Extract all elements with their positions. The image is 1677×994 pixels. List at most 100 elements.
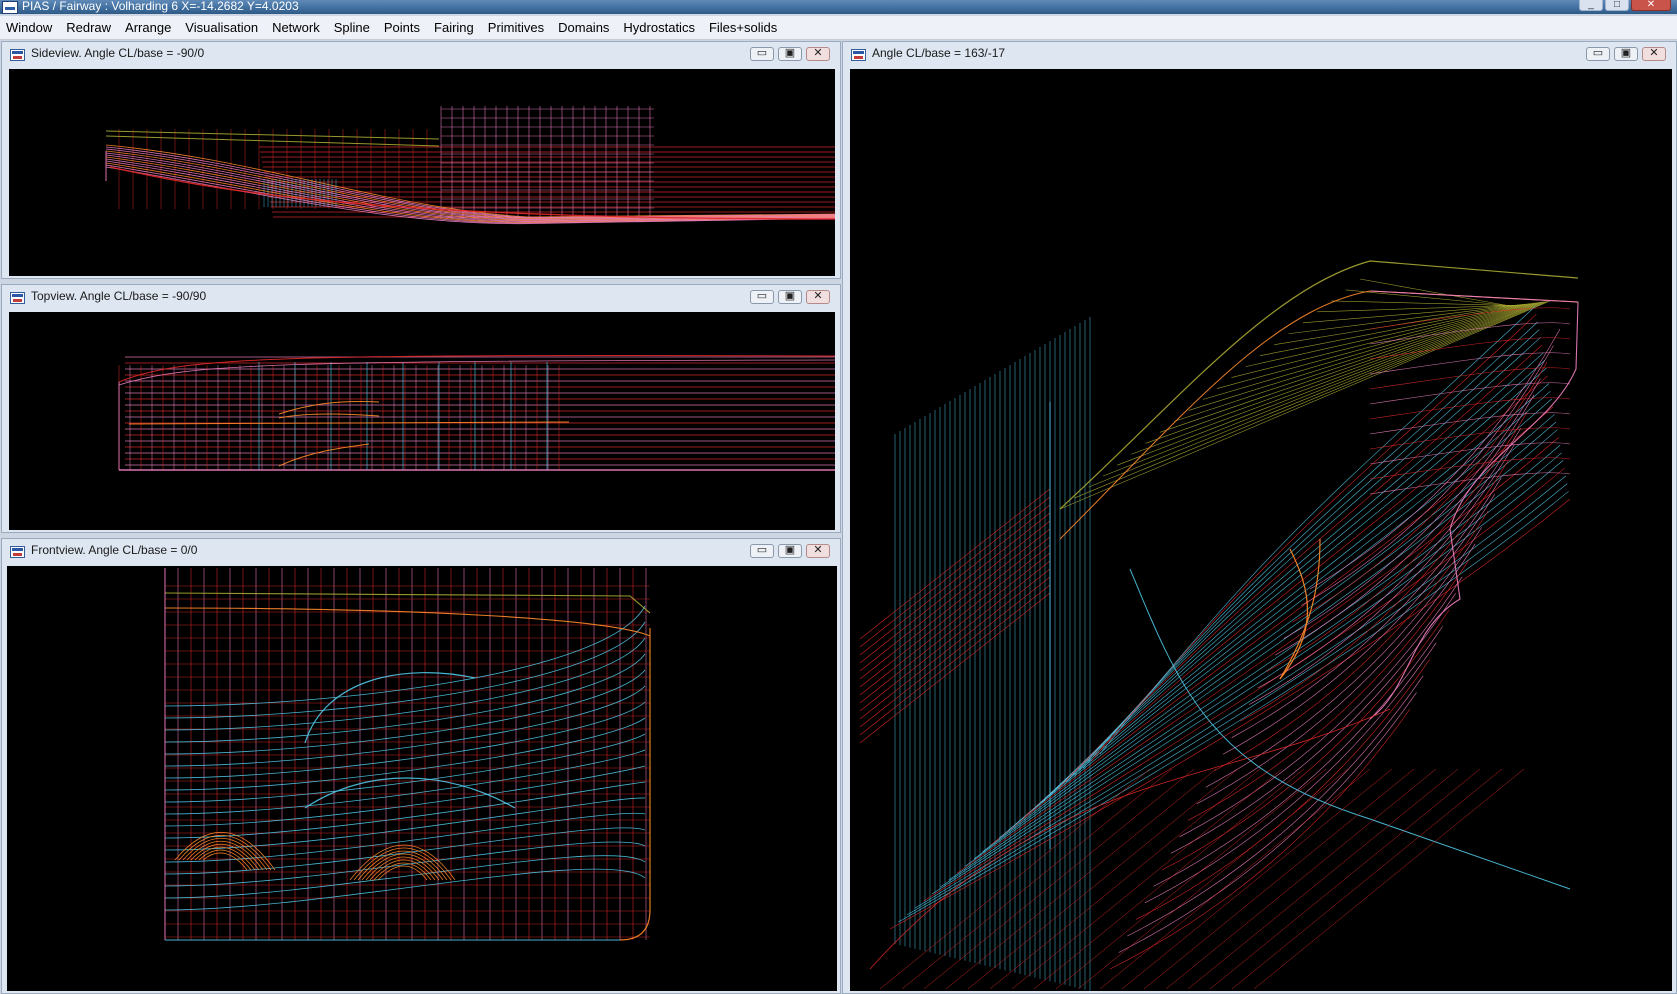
perspective-title: Angle CL/base = 163/-17 [872,46,1006,60]
wireframe-curve [373,862,432,881]
close-button[interactable]: ✕ [806,47,830,61]
wireframe-line [1131,301,1541,455]
wireframe-curve [164,855,646,899]
wireframe-curve [164,812,646,863]
wireframe-curve [1214,510,1489,772]
sideview-canvas[interactable] [9,69,835,276]
pias-icon [10,292,25,304]
window-controls: _ □ ✕ [1577,0,1671,11]
close-button[interactable]: ✕ [806,544,830,558]
menu-spline[interactable]: Spline [327,16,377,39]
wireframe-curve [948,444,1561,881]
title-bar: PIAS / Fairway : Volharding 6 X=-14.2682… [0,0,1677,14]
sideview-window[interactable]: Sideview. Angle CL/base = -90/0 ▭ ▣ ✕ [1,41,841,279]
perspective-titlebar[interactable]: Angle CL/base = 163/-17 ▭ ▣ ✕ [843,42,1676,66]
menu-domains[interactable]: Domains [551,16,616,39]
menu-fairing[interactable]: Fairing [427,16,481,39]
minimize-button[interactable]: ▭ [1586,47,1610,61]
wireframe-curve [178,835,272,871]
wireframe-curve [1257,427,1522,689]
pias-icon [851,49,866,61]
perspective-window[interactable]: Angle CL/base = 163/-17 ▭ ▣ ✕ [842,41,1677,994]
menu-bar: Window Redraw Arrange Visualisation Netw… [0,16,1677,40]
close-button[interactable]: ✕ [806,290,830,304]
wireframe-curve [1369,367,1571,390]
minimize-button[interactable]: _ [1579,0,1603,11]
wireframe-curve [1283,378,1541,639]
wireframe-line [1121,768,1393,990]
wireframe-curve [278,413,380,419]
wireframe-line [1059,300,1551,510]
wireframe-curve [1099,306,1536,755]
wireframe-curve [182,837,268,871]
maximize-button[interactable]: ▣ [1614,47,1638,61]
wireframe-curve [164,868,646,911]
minimize-button[interactable]: ▭ [750,47,774,61]
close-button[interactable]: ✕ [1642,47,1666,61]
wireframe-curve [105,150,835,220]
wireframe-curve [1059,290,1579,540]
maximize-button[interactable]: ▣ [778,544,802,558]
maximize-button[interactable]: ▣ [778,47,802,61]
wireframe-line [1231,303,1528,378]
wireframe-curve [1369,472,1571,495]
frontview-window[interactable]: Frontview. Angle CL/base = 0/0 ▭ ▣ ✕ [1,538,841,994]
app-icon [2,1,18,14]
wireframe-curve [965,429,1558,867]
frontview-titlebar[interactable]: Frontview. Angle CL/base = 0/0 ▭ ▣ ✕ [2,539,840,563]
wireframe-curve [1007,390,1551,832]
menu-points[interactable]: Points [377,16,427,39]
wireframe-curve [164,669,646,755]
wireframe-curve [1153,626,1443,887]
topview-window[interactable]: Topview. Angle CL/base = -90/90 ▭ ▣ ✕ [1,284,841,533]
minimize-button[interactable]: ▭ [750,544,774,558]
wireframe-line [1231,768,1503,990]
sideview-titlebar[interactable]: Sideview. Angle CL/base = -90/0 ▭ ▣ ✕ [2,42,840,66]
topview-titlebar[interactable]: Topview. Angle CL/base = -90/90 ▭ ▣ ✕ [2,285,840,309]
wireframe-line [1077,768,1349,990]
wireframe-line [967,768,1239,990]
wireframe-line [1253,768,1525,990]
wireframe-curve [1222,494,1496,755]
menu-hydrostatics[interactable]: Hydrostatics [616,16,702,39]
menu-network[interactable]: Network [265,16,327,39]
wireframe-line [923,768,1195,990]
wireframe-curve [278,400,380,415]
wireframe-line [1143,768,1415,990]
wireframe-line [1011,768,1283,990]
wireframe-curve [1109,708,1411,970]
wireframe-curve [164,685,646,767]
wireframe-curve [202,852,248,871]
wireframe-curve [304,672,476,744]
wireframe-line [1117,301,1543,466]
wireframe-curve [1196,543,1476,805]
wireframe-line [1159,302,1537,433]
wireframe-curve [1127,675,1424,937]
menu-primitives[interactable]: Primitives [481,16,551,39]
wireframe-curve [1118,692,1417,953]
wireframe-curve [1205,527,1482,788]
wireframe-curve [109,166,835,220]
menu-redraw[interactable]: Redraw [59,16,118,39]
close-button[interactable]: ✕ [1631,0,1671,11]
perspective-canvas[interactable] [850,69,1672,991]
sideview-title: Sideview. Angle CL/base = -90/0 [31,46,205,60]
menu-arrange[interactable]: Arrange [118,16,178,39]
maximize-button[interactable]: ▣ [778,290,802,304]
frontview-title: Frontview. Angle CL/base = 0/0 [31,543,198,557]
wireframe-line [1099,768,1371,990]
pias-icon [10,49,25,61]
wireframe-curve [357,850,448,881]
wireframe-curve [1129,568,1571,890]
topview-canvas[interactable] [9,312,835,530]
maximize-button[interactable]: □ [1605,0,1629,11]
menu-files-solids[interactable]: Files+solids [702,16,784,39]
pias-icon [10,546,25,558]
menu-window[interactable]: Window [0,16,59,39]
menu-visualisation[interactable]: Visualisation [178,16,265,39]
wireframe-line [1145,302,1539,444]
minimize-button[interactable]: ▭ [750,290,774,304]
wireframe-curve [1032,367,1547,811]
frontview-canvas[interactable] [7,566,837,991]
wireframe-curve [164,765,646,827]
